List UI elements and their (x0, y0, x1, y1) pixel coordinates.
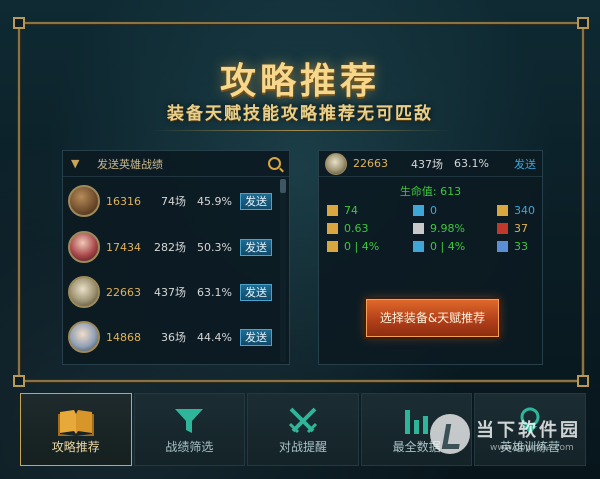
tab-hero-training[interactable]: 英雄训练营 (474, 393, 586, 466)
tab-label: 对战提醒 (278, 440, 327, 454)
movement-speed-icon (497, 240, 508, 252)
choose-build-button[interactable]: 选择装备&天赋推荐 (366, 299, 499, 337)
send-button[interactable]: 发送 (240, 238, 272, 256)
games-played: 437场 (411, 157, 443, 171)
tab-match-alert[interactable]: 对战提醒 (247, 393, 359, 466)
ability-power-icon (413, 204, 424, 216)
book-icon (57, 410, 94, 436)
hero-id: 16316 (106, 194, 141, 208)
frame-corner (13, 17, 25, 29)
stat-item: 37 (497, 221, 537, 235)
training-icon (520, 407, 540, 434)
armor-pen-icon (327, 240, 338, 252)
stat-item: 0 (413, 203, 497, 217)
bottom-tab-bar: 攻略推荐 战绩筛选 对战提醒 最全数据 英雄训练营 (20, 393, 588, 466)
stat-item: 0 | 4% (327, 239, 413, 253)
panel-logo-icon: ▼ (71, 156, 80, 170)
page-subtitle: 装备天赋技能攻略推荐无可匹敌 (167, 104, 433, 124)
win-rate: 44.4% (197, 330, 232, 344)
tab-strategy[interactable]: 攻略推荐 (20, 393, 132, 466)
tab-label: 英雄训练营 (500, 440, 561, 454)
frame-corner (577, 375, 589, 387)
hero-avatar (68, 185, 100, 217)
health-value: 生命值: 613 (399, 185, 462, 198)
hero-avatar (68, 231, 100, 263)
subtitle-divider (150, 130, 450, 131)
win-rate: 63.1% (454, 157, 489, 170)
hero-record-row: 14868 36场 44.4% 发送 (68, 318, 280, 356)
hero-record-row: 16316 74场 45.9% 发送 (68, 182, 280, 220)
tab-record-filter[interactable]: 战绩筛选 (133, 393, 246, 466)
bar-chart-icon (404, 410, 428, 434)
stat-item: 74 (327, 203, 413, 217)
tab-label: 攻略推荐 (51, 440, 100, 454)
tab-full-data[interactable]: 最全数据 (360, 393, 473, 466)
games-played: 282场 (154, 241, 186, 254)
tab-label: 战绩筛选 (165, 440, 214, 454)
hero-records-panel: ▼ 发送英雄战绩 16316 74场 45.9% 发送 17434 282场 5… (62, 150, 290, 365)
hero-avatar (68, 276, 100, 308)
scrollbar[interactable] (280, 179, 286, 362)
frame-corner (577, 17, 589, 29)
hero-detail-panel: 22663 437场 63.1% 发送 生命值: 613 74 0 340 0.… (318, 150, 543, 365)
crossed-swords-icon (288, 407, 318, 434)
send-button[interactable]: 发送 (240, 192, 272, 210)
stat-item: 0 | 4% (413, 239, 497, 253)
hero-avatar (68, 321, 100, 353)
games-played: 36场 (161, 331, 186, 344)
stat-item: 33 (497, 239, 537, 253)
games-played: 437场 (154, 286, 186, 299)
win-rate: 63.1% (197, 285, 232, 299)
hero-record-row: 17434 282场 50.3% 发送 (68, 228, 280, 266)
stat-item: 340 (497, 203, 537, 217)
panel-header: ▼ 发送英雄战绩 (63, 151, 289, 177)
panel-title: 发送英雄战绩 (97, 157, 163, 171)
filter-icon (175, 409, 204, 433)
crit-icon (413, 222, 424, 234)
send-button[interactable]: 发送 (240, 328, 272, 346)
hero-id: 22663 (106, 285, 141, 299)
stat-item: 0.63 (327, 221, 413, 235)
attack-damage-icon (327, 204, 338, 216)
hero-record-row: 22663 437场 63.1% 发送 (68, 273, 280, 311)
page-title: 攻略推荐 (219, 61, 380, 102)
games-played: 74场 (161, 195, 186, 208)
search-icon[interactable] (268, 157, 281, 170)
send-button[interactable]: 发送 (240, 283, 272, 301)
magic-pen-icon (413, 240, 424, 252)
attack-speed-icon (327, 222, 338, 234)
hero-id: 17434 (106, 240, 141, 254)
win-rate: 50.3% (197, 240, 232, 254)
magic-resist-icon (497, 222, 508, 234)
frame-corner (13, 375, 25, 387)
hero-avatar (325, 152, 347, 175)
armor-icon (497, 204, 508, 216)
stats-grid: 74 0 340 0.63 9.98% 37 0 | 4% 0 | 4% 33 (327, 203, 537, 253)
detail-header: 22663 437场 63.1% 发送 (319, 151, 542, 177)
win-rate: 45.9% (197, 194, 232, 208)
scrollbar-thumb[interactable] (280, 179, 286, 193)
stat-item: 9.98% (413, 221, 497, 235)
send-link[interactable]: 发送 (514, 156, 536, 172)
hero-id: 14868 (106, 330, 141, 344)
tab-label: 最全数据 (392, 440, 441, 454)
hero-id: 22663 (353, 157, 388, 170)
